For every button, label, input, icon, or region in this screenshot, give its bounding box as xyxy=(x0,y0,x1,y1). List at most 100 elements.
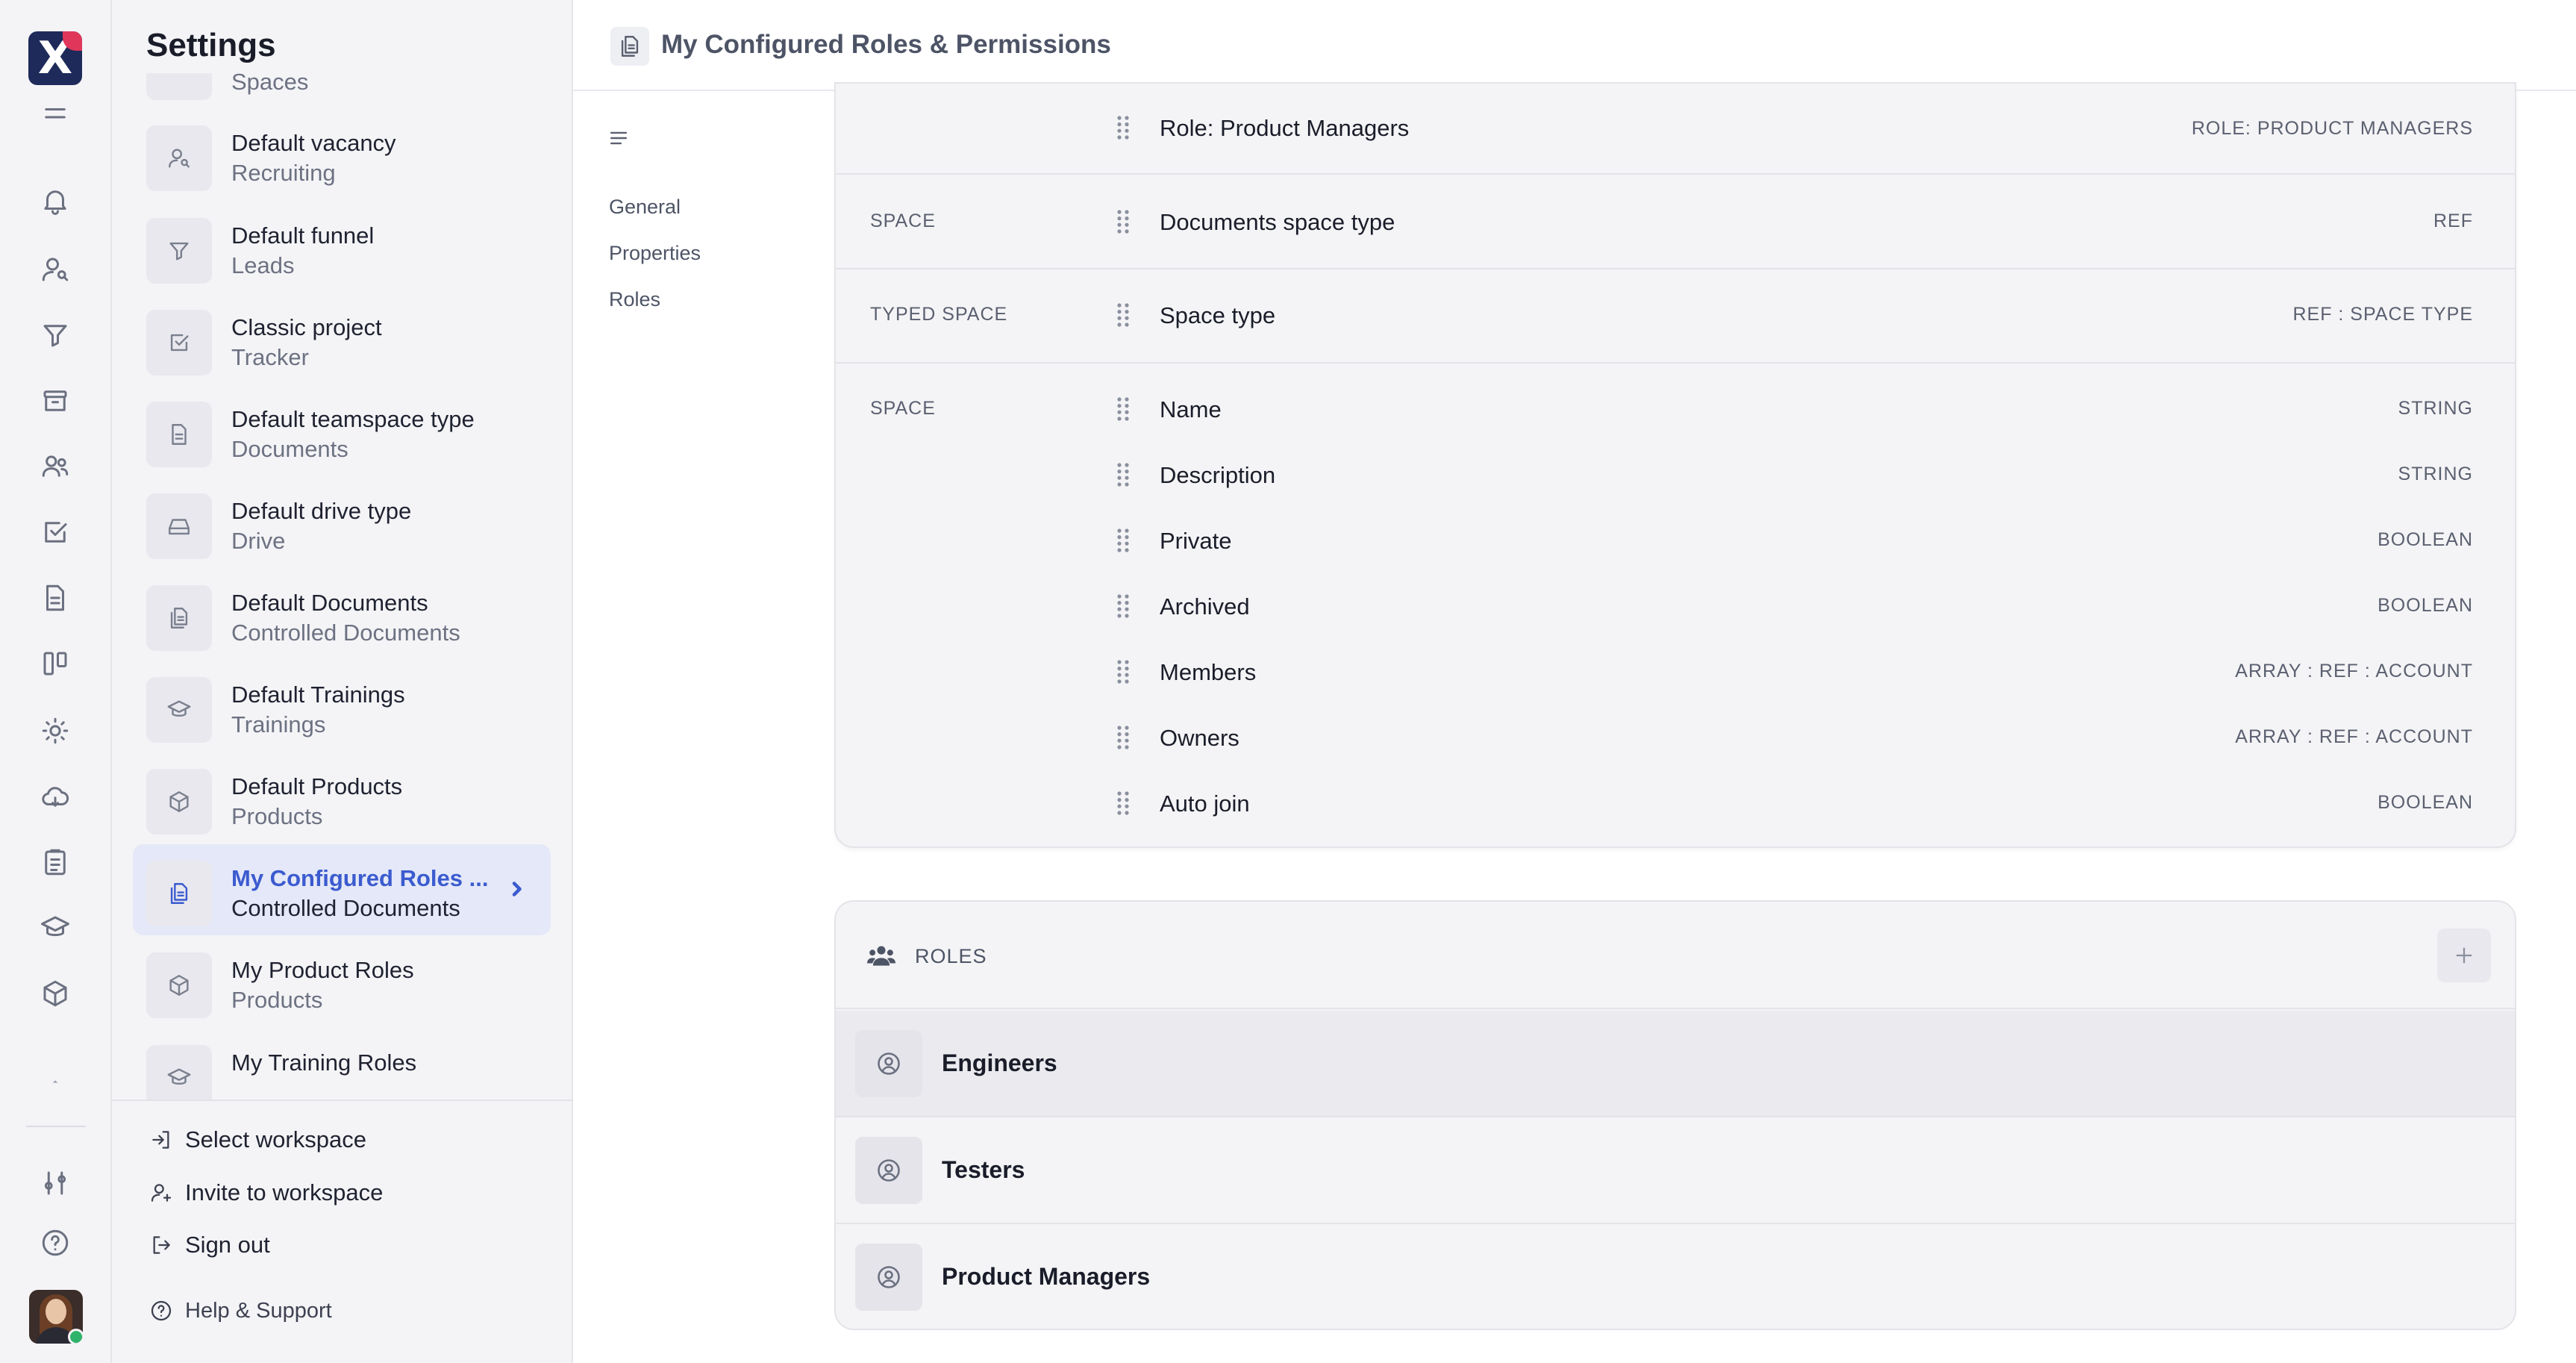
settings-item-classic-project[interactable]: Classic project Tracker xyxy=(133,293,551,384)
cloud-icon[interactable] xyxy=(34,775,77,818)
settings-item-sub: Products xyxy=(231,987,323,1013)
settings-item-default-teamspace-type[interactable]: Default teamspace type Documents xyxy=(133,385,551,476)
roles-label: ROLES xyxy=(915,945,987,967)
settings-item-default-trainings[interactable]: Default Trainings Trainings xyxy=(133,661,551,752)
help-support-label: Help & Support xyxy=(185,1298,332,1323)
drag-handle-icon[interactable] xyxy=(1115,725,1131,750)
settings-title: Settings xyxy=(146,27,276,63)
settings-item-name: Default vacancy xyxy=(231,130,396,156)
role-name: Engineers xyxy=(942,1049,1057,1076)
avatar[interactable] xyxy=(29,1290,83,1344)
property-name: Role: Product Managers xyxy=(1160,115,1410,141)
drag-handle-icon[interactable] xyxy=(1115,528,1131,553)
sliders-icon[interactable] xyxy=(34,1161,77,1205)
settings-item-name: Default teamspace type xyxy=(231,406,475,432)
settings-item-name: Default Products xyxy=(231,773,403,799)
user-search-icon xyxy=(146,125,212,191)
rail-divider xyxy=(26,1126,86,1127)
select-workspace-link[interactable]: Select workspace xyxy=(149,1123,366,1156)
graduation-cap-icon xyxy=(146,1045,212,1100)
settings-item-default-funnel[interactable]: Default funnel Leads xyxy=(133,202,551,293)
property-name[interactable]: Name xyxy=(1160,396,1222,423)
document-icon[interactable] xyxy=(34,576,77,620)
settings-item-my-product-roles[interactable]: My Product Roles Products xyxy=(133,936,551,1027)
sign-out-icon xyxy=(153,1236,170,1254)
checkbox-icon[interactable] xyxy=(34,511,77,554)
property-name[interactable]: Owners xyxy=(1160,725,1239,752)
drag-handle-icon[interactable] xyxy=(1115,790,1131,816)
board-icon[interactable] xyxy=(34,642,77,685)
nav-properties[interactable]: Properties xyxy=(609,242,701,265)
role-row-engineers[interactable]: Engineers xyxy=(836,1011,2515,1117)
main-header: My Configured Roles & Permissions xyxy=(573,0,2576,91)
property-type: STRING xyxy=(2398,398,2473,419)
menu-icon[interactable] xyxy=(34,96,77,139)
drive-icon xyxy=(146,493,212,559)
role-row-product-managers[interactable]: Product Managers xyxy=(836,1224,2515,1329)
nav-general[interactable]: General xyxy=(609,196,681,219)
sign-out-label: Sign out xyxy=(185,1232,270,1258)
settings-item-default-drive-type[interactable]: Default drive type Drive xyxy=(133,477,551,568)
settings-item-name: Classic project xyxy=(231,314,382,340)
controlled-doc-icon xyxy=(610,27,649,66)
bell-icon[interactable] xyxy=(34,179,77,222)
graduation-cap-icon[interactable] xyxy=(34,906,77,949)
drag-handle-icon[interactable] xyxy=(1115,659,1131,684)
property-name[interactable]: Archived xyxy=(1160,593,1250,620)
property-row[interactable]: SPACE Documents space type REF xyxy=(836,176,2515,269)
nav-roles[interactable]: Roles xyxy=(609,288,660,311)
property-name[interactable]: Private xyxy=(1160,528,1231,555)
clipboard-icon[interactable] xyxy=(34,840,77,884)
app-rail: X xyxy=(0,0,112,1363)
funnel-icon[interactable] xyxy=(34,314,77,357)
user-search-icon[interactable] xyxy=(34,248,77,291)
people-icon xyxy=(867,944,895,969)
settings-item-name: Default drive type xyxy=(231,498,412,524)
page-title: My Configured Roles & Permissions xyxy=(661,30,1111,59)
property-group-space: SPACE Name STRING Description STRING Pri… xyxy=(836,365,2515,847)
drag-handle-icon[interactable] xyxy=(1115,302,1131,328)
sun-icon[interactable] xyxy=(34,709,77,752)
property-type: BOOLEAN xyxy=(2378,595,2473,616)
property-name[interactable]: Description xyxy=(1160,462,1275,489)
chevron-up-icon[interactable] xyxy=(34,1060,77,1103)
invite-label: Invite to workspace xyxy=(185,1179,384,1206)
space-icon xyxy=(146,73,212,100)
user-add-icon xyxy=(151,1184,172,1202)
drag-handle-icon[interactable] xyxy=(1115,396,1131,422)
settings-item-spaces[interactable]: Spaces xyxy=(133,73,551,109)
add-role-button[interactable] xyxy=(2437,929,2491,982)
roles-card: ROLES Engineers Testers Product Managers xyxy=(834,900,2516,1330)
help-icon[interactable] xyxy=(34,1221,77,1264)
document-icon xyxy=(146,402,212,467)
team-icon[interactable] xyxy=(34,445,77,488)
drag-handle-icon[interactable] xyxy=(1115,593,1131,619)
settings-item-default-products[interactable]: Default Products Products xyxy=(133,752,551,843)
settings-item-name: Default funnel xyxy=(231,222,375,249)
drag-handle-icon[interactable] xyxy=(1115,115,1131,140)
property-name[interactable]: Auto join xyxy=(1160,790,1250,817)
drag-handle-icon[interactable] xyxy=(1115,462,1131,487)
settings-item-my-configured-roles[interactable]: My Configured Roles ... Controlled Docum… xyxy=(133,844,551,935)
sign-out-link[interactable]: Sign out xyxy=(149,1229,270,1261)
settings-item-sub: Leads xyxy=(231,252,295,278)
settings-item-default-vacancy[interactable]: Default vacancy Recruiting xyxy=(133,109,551,200)
archive-icon[interactable] xyxy=(34,379,77,422)
checkbox-icon xyxy=(146,310,212,375)
invite-to-workspace-link[interactable]: Invite to workspace xyxy=(149,1176,383,1209)
logo-icon[interactable]: X xyxy=(28,31,82,85)
settings-item-my-training-roles[interactable]: My Training Roles xyxy=(133,1029,551,1100)
property-group: TYPED SPACE xyxy=(870,304,1008,325)
role-row-testers[interactable]: Testers xyxy=(836,1117,2515,1224)
cube-icon[interactable] xyxy=(34,972,77,1015)
drag-handle-icon[interactable] xyxy=(1115,209,1131,234)
property-row[interactable]: TYPED SPACE Space type REF : SPACE TYPE xyxy=(836,271,2515,364)
property-name[interactable]: Members xyxy=(1160,659,1256,686)
settings-item-name: My Training Roles xyxy=(231,1049,417,1076)
help-support-link[interactable]: Help & Support xyxy=(149,1294,332,1327)
menu-icon[interactable] xyxy=(606,125,631,151)
controlled-doc-icon xyxy=(146,861,212,926)
settings-item-name: Default Trainings xyxy=(231,682,405,708)
settings-item-default-documents[interactable]: Default Documents Controlled Documents xyxy=(133,569,551,660)
property-row[interactable]: Role: Product Managers ROLE: PRODUCT MAN… xyxy=(836,84,2515,175)
